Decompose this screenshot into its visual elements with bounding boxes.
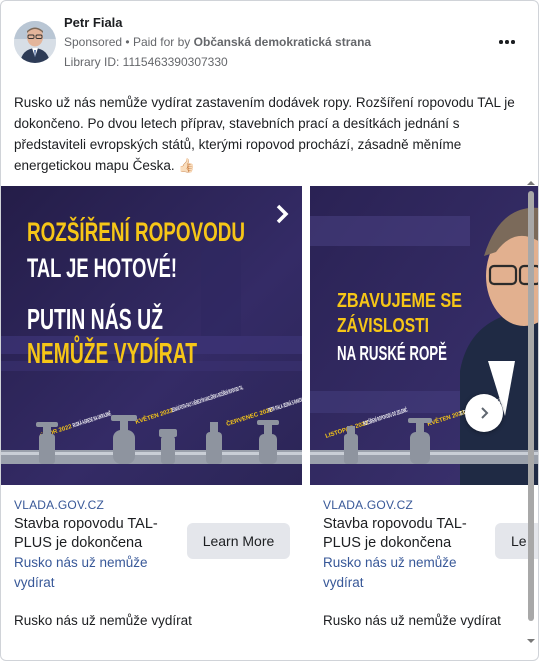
card-footer-text: Rusko nás už nemůže vydírat <box>323 613 501 628</box>
learn-more-button[interactable]: Learn More <box>187 523 290 559</box>
scroll-up-icon[interactable] <box>527 179 535 187</box>
headline-line-2: ZÁVISLOSTI <box>337 314 429 337</box>
chevron-right-icon <box>481 407 489 419</box>
scrollbar-thumb[interactable] <box>528 191 534 621</box>
scroll-down-icon[interactable] <box>527 637 535 645</box>
card-footer-text: Rusko nás už nemůže vydírat <box>14 613 192 628</box>
library-id: Library ID: 1115463390307330 <box>64 55 228 69</box>
paid-for-prefix: Paid for by <box>132 35 191 49</box>
link-description[interactable]: Rusko nás už nemůže vydírat <box>14 553 184 593</box>
sponsored-label: Sponsored <box>64 35 123 49</box>
carousel-card[interactable]: ROZŠÍŘENÍ ROPOVODU TAL JE HOTOVÉ! PUTIN … <box>1 186 302 656</box>
carousel-card[interactable]: ZBAVUJEME SE ZÁVISLOSTI NA RUSKÉ ROPĚ LI… <box>310 186 538 656</box>
paid-for-by[interactable]: Občanská demokratická strana <box>194 35 371 49</box>
headline-line-3: PUTIN NÁS UŽ <box>27 302 163 336</box>
headline-line-1: ZBAVUJEME SE <box>337 290 462 312</box>
link-title[interactable]: Stavba ropovodu TAL-PLUS je dokončena <box>14 515 184 553</box>
ad-post: Petr Fiala Sponsored • Paid for by Občan… <box>0 0 539 661</box>
more-horizontal-icon <box>499 40 503 44</box>
headline-line-3: NA RUSKÉ ROPĚ <box>337 341 447 365</box>
page-name[interactable]: Petr Fiala <box>64 15 123 30</box>
link-domain[interactable]: VLADA.GOV.CZ <box>14 498 104 512</box>
sponsored-line: Sponsored • Paid for by Občanská demokra… <box>64 35 371 49</box>
link-description[interactable]: Rusko nás už nemůže vydírat <box>323 553 493 593</box>
headline-line-1: ROZŠÍŘENÍ ROPOVODU <box>27 216 245 247</box>
post-body: Rusko už nás nemůže vydírat zastavením d… <box>14 95 515 173</box>
more-options-button[interactable] <box>493 31 521 53</box>
link-domain[interactable]: VLADA.GOV.CZ <box>323 498 413 512</box>
headline-line-2: TAL JE HOTOVÉ! <box>27 252 177 283</box>
carousel-next-button[interactable] <box>465 394 503 432</box>
link-title[interactable]: Stavba ropovodu TAL-PLUS je dokončena <box>323 515 493 553</box>
headline-line-4: NEMŮŽE VYDÍRAT <box>27 334 197 370</box>
ad-image[interactable]: ROZŠÍŘENÍ ROPOVODU TAL JE HOTOVÉ! PUTIN … <box>1 186 302 485</box>
separator-dot: • <box>125 35 133 49</box>
ad-image[interactable]: ZBAVUJEME SE ZÁVISLOSTI NA RUSKÉ ROPĚ LI… <box>310 186 538 485</box>
page-avatar[interactable] <box>14 21 56 63</box>
